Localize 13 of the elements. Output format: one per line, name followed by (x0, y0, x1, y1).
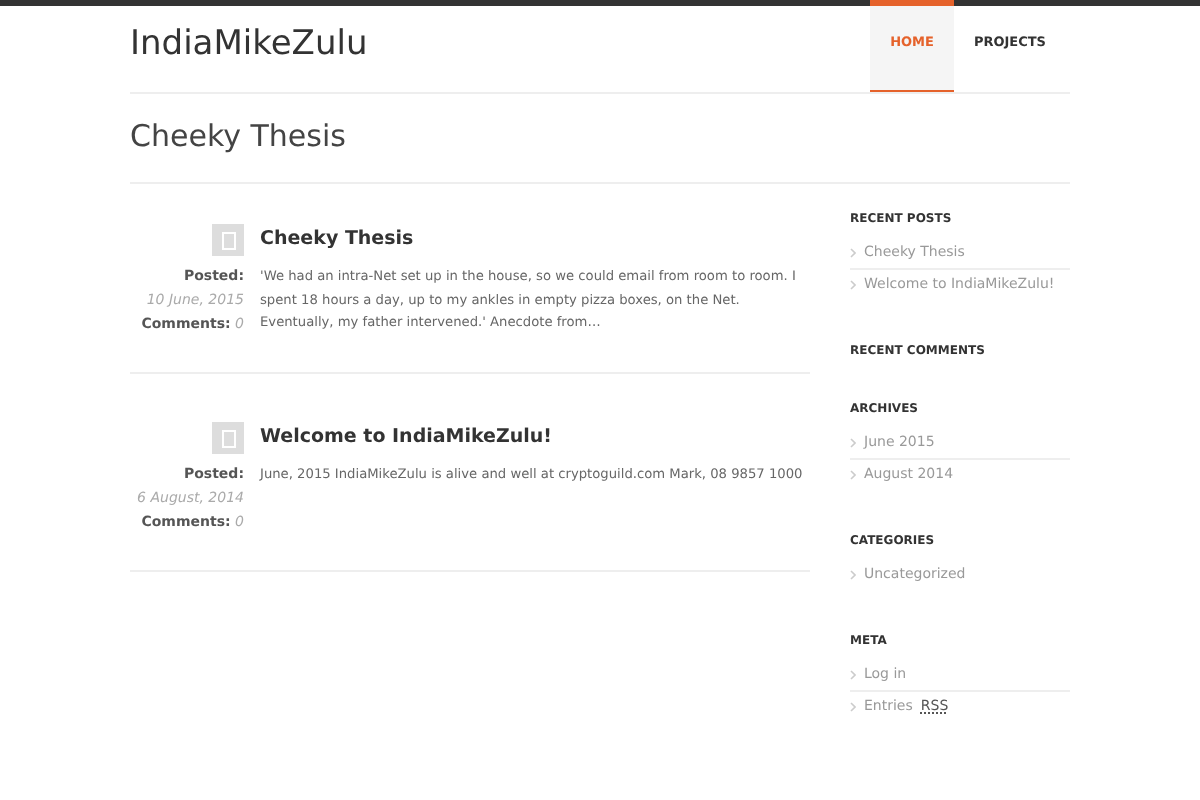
post-format-icon (212, 224, 244, 256)
chevron-icon (850, 437, 856, 447)
post-title[interactable]: Cheeky Thesis (260, 228, 810, 250)
site-title[interactable]: IndiaMikeZulu (130, 6, 368, 92)
page-title: Cheeky Thesis (130, 94, 1070, 184)
chevron-icon (850, 247, 856, 257)
post-title[interactable]: Welcome to IndiaMikeZulu! (260, 426, 810, 448)
chevron-icon (850, 701, 856, 711)
chevron-icon (850, 279, 856, 289)
chevron-icon (850, 469, 856, 479)
post-format-icon (212, 422, 244, 454)
chevron-icon (850, 669, 856, 679)
chevron-icon (850, 569, 856, 579)
